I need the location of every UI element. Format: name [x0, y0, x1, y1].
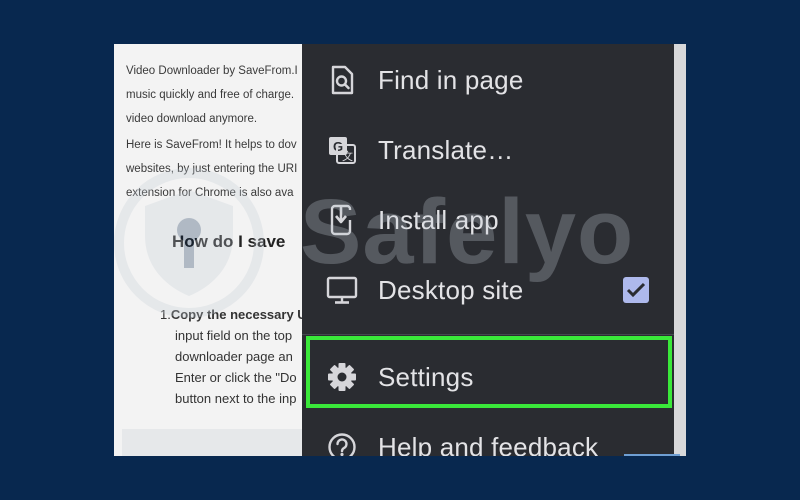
page-line: Video Downloader by SaveFrom.I [126, 65, 298, 77]
menu-item-install-app[interactable]: Install app [302, 185, 674, 255]
help-icon [326, 431, 358, 456]
menu-item-label: Install app [378, 204, 499, 235]
translate-icon: G 文 [326, 134, 358, 166]
menu-item-help-and-feedback[interactable]: Help and feedback [302, 412, 674, 456]
page-scroll-edge [674, 44, 686, 456]
desktop-icon [326, 274, 358, 306]
step-line: button next to the inp [175, 391, 297, 406]
step-line: input field on the top [175, 328, 293, 343]
page-line: websites, by just entering the URI [126, 163, 298, 175]
page-line: music quickly and free of charge. [126, 89, 295, 101]
page-bottom-block [122, 429, 302, 456]
page-bottom-accent [624, 454, 680, 456]
menu-item-label: Translate… [378, 134, 514, 165]
menu-divider [302, 334, 674, 335]
menu-item-find-in-page[interactable]: Find in page [302, 45, 674, 115]
step-line: downloader page an [175, 349, 293, 364]
step-bold-text: Copy the necessary U [170, 307, 307, 322]
checkmark-icon [626, 282, 646, 298]
menu-item-label: Find in page [378, 64, 524, 95]
page-line: extension for Chrome is also ava [126, 187, 294, 199]
settings-highlight-box [306, 336, 672, 408]
step-number: 1. [160, 307, 171, 322]
svg-text:文: 文 [342, 149, 353, 163]
web-page-content: Video Downloader by SaveFrom.I music qui… [114, 44, 307, 456]
page-line: Here is SaveFrom! It helps to dov [126, 139, 297, 151]
desktop-site-checkbox[interactable] [623, 277, 649, 303]
page-paragraph-2: Here is SaveFrom! It helps to dov websit… [126, 133, 297, 205]
page-heading: How do I save [172, 232, 286, 251]
menu-item-label: Help and feedback [378, 431, 599, 457]
menu-item-translate[interactable]: G 文 Translate… [302, 115, 674, 185]
menu-item-desktop-site[interactable]: Desktop site [302, 255, 674, 325]
page-step-1: 1.Copy the necessary U input field on th… [160, 304, 307, 409]
install-app-icon [326, 204, 358, 236]
find-in-page-icon [326, 64, 358, 96]
menu-item-label: Desktop site [378, 274, 524, 305]
step-line: Enter or click the "Do [175, 370, 297, 385]
page-line: video download anymore. [126, 113, 258, 125]
page-paragraph-1: Video Downloader by SaveFrom.I music qui… [126, 59, 298, 131]
